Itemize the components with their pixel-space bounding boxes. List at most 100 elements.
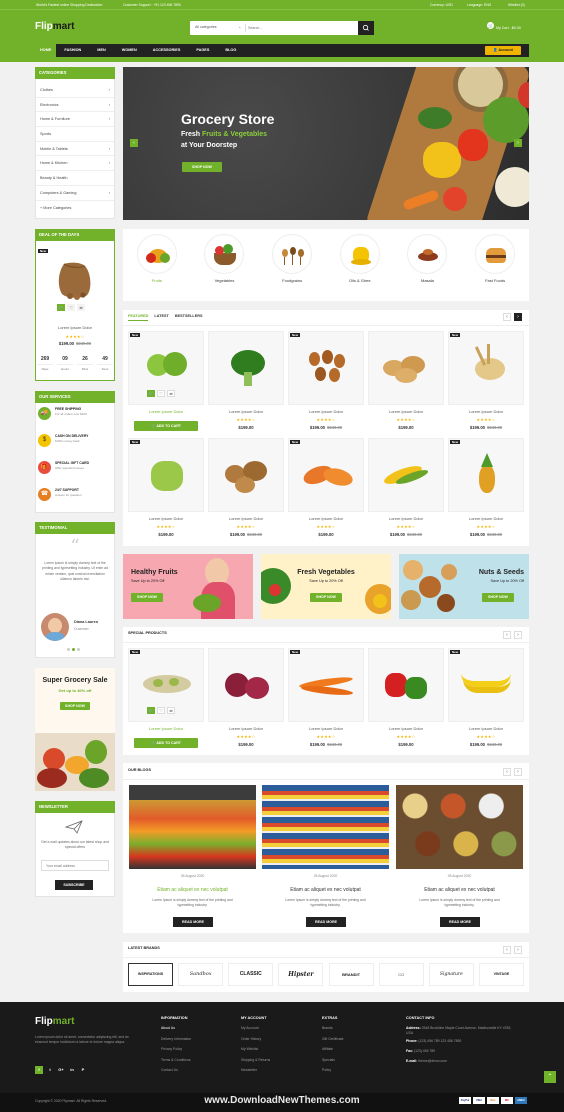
category-item[interactable]: Clothes ›	[36, 83, 114, 98]
cart-summary[interactable]: My Cart - $0.00	[496, 26, 521, 30]
compare-icon[interactable]: ⇄	[77, 304, 85, 311]
sale-banner[interactable]	[35, 668, 115, 791]
category-item-more[interactable]: + More Categories	[36, 201, 114, 216]
compare-icon[interactable]: ⇄	[167, 390, 175, 397]
deal-product-image[interactable]	[52, 258, 98, 300]
footer-link[interactable]: Affiliate	[322, 1047, 343, 1058]
category-item[interactable]: Sports	[36, 127, 114, 142]
footer-link[interactable]: Terms & Conditions	[161, 1058, 191, 1069]
sale-shop-now-button[interactable]: SHOP NOW	[60, 702, 90, 710]
nav-item-blog[interactable]: BLOG	[217, 44, 244, 57]
category-item[interactable]: Computers & Gaming ›	[36, 186, 114, 201]
category-fast-foods[interactable]: Fast Foods	[465, 234, 525, 283]
blog-title[interactable]: Etiam ac aliquet ex nec volutpat	[129, 887, 256, 893]
carousel-dots[interactable]	[67, 648, 80, 651]
category-select[interactable]: All categories	[195, 25, 217, 29]
nav-item-women[interactable]: WOMEN	[114, 44, 145, 57]
footer-link[interactable]: Shipping & Returns	[241, 1058, 270, 1069]
add-to-cart-icon[interactable]: 🛒	[57, 304, 65, 311]
product-card[interactable]: Lorem Ipsum Dolor ★★★★☆ $199.00	[368, 331, 444, 433]
footer-link[interactable]: Contact Us	[161, 1068, 191, 1079]
product-card[interactable]: New Lorem Ipsum Dolor ★★★★☆ $199.00 $249.…	[448, 438, 524, 542]
wishlist-icon[interactable]: ♡	[157, 707, 165, 714]
blogs-prev-button[interactable]: ‹	[503, 768, 511, 776]
footer-link[interactable]: Specials	[322, 1058, 343, 1069]
product-card[interactable]: New Lorem Ipsum Dolor ★★★★☆ $199.00 $249.…	[288, 331, 364, 433]
product-card[interactable]: New 🛒 ♡ ⇄ Lorem Ipsum Dolor 🛒 ADD TO CAR…	[128, 648, 204, 752]
product-card[interactable]: Lorem Ipsum Dolor ★★★★☆ $199.00	[208, 648, 284, 752]
product-card[interactable]: New Lorem Ipsum Dolor ★★★★☆ $199.00	[288, 438, 364, 542]
product-card[interactable]: New Lorem Ipsum Dolor ★★★★☆ $199.00 $249.…	[288, 648, 364, 752]
product-name[interactable]: Lorem Ipsum Dolor	[448, 409, 524, 414]
product-card[interactable]: Lorem Ipsum Dolor ★★★★☆ $199.00 $249.00	[208, 438, 284, 542]
brands-prev-button[interactable]: ‹	[503, 946, 511, 954]
product-name[interactable]: Lorem Ipsum Dolor	[208, 516, 284, 521]
product-image-walnuts[interactable]	[208, 438, 284, 512]
nav-item-home[interactable]: HOME	[35, 44, 57, 57]
footer-link[interactable]: Privacy Policy	[161, 1047, 191, 1058]
wishlist-icon[interactable]: ♡	[157, 390, 165, 397]
product-name[interactable]: Lorem Ipsum Dolor	[448, 516, 524, 521]
nav-item-accessories[interactable]: ACCESSORIES	[145, 44, 189, 57]
wishlist-icon[interactable]: ♡	[67, 304, 75, 311]
footer-link[interactable]: My Wishlist	[241, 1047, 270, 1058]
read-more-button[interactable]: READ MORE	[306, 917, 346, 927]
product-card[interactable]: Lorem Ipsum Dolor ★★★★☆ $199.00 $249.00	[368, 438, 444, 542]
back-to-top-button[interactable]: ⌃	[544, 1071, 556, 1083]
product-name[interactable]: Lorem Ipsum Dolor	[288, 726, 364, 731]
brand-logo[interactable]: VINTAGE	[478, 963, 524, 986]
tab-featured[interactable]: FEATURED	[128, 314, 149, 321]
newsletter-email-input[interactable]	[41, 860, 109, 871]
twitter-icon[interactable]: t	[46, 1066, 54, 1074]
promo-shop-now-button[interactable]: SHOP NOW	[482, 593, 514, 602]
blog-image[interactable]	[262, 785, 389, 869]
deal-product-name[interactable]: Lorem Ipsum Dolor	[35, 325, 115, 330]
product-image-carrots[interactable]	[288, 648, 364, 722]
blog-image[interactable]	[396, 785, 523, 869]
product-name[interactable]: Lorem Ipsum Dolor	[368, 726, 444, 731]
nav-item-men[interactable]: MEN	[89, 44, 113, 57]
product-image-bananas[interactable]	[448, 648, 524, 722]
featured-next-button[interactable]: ›	[514, 313, 522, 321]
google-plus-icon[interactable]: G+	[57, 1066, 65, 1074]
product-card[interactable]: New Lorem Ipsum Dolor ★★★★☆ $199.00 $249.…	[448, 648, 524, 752]
category-item[interactable]: Home & Kitchen ›	[36, 156, 114, 172]
product-image-peppers[interactable]	[368, 648, 444, 722]
promo-banner-vegetables[interactable]	[261, 554, 391, 619]
read-more-button[interactable]: READ MORE	[173, 917, 213, 927]
product-image-onions[interactable]	[208, 648, 284, 722]
blogs-next-button[interactable]: ›	[514, 768, 522, 776]
category-item[interactable]: Home & Furniture ›	[36, 112, 114, 128]
tab-bestsellers[interactable]: BESTSELLERS	[175, 314, 203, 321]
add-to-cart-icon[interactable]: 🛒	[147, 707, 155, 714]
add-to-cart-icon[interactable]: 🛒	[147, 390, 155, 397]
category-item[interactable]: Mobile & Tablets ›	[36, 142, 114, 157]
footer-link[interactable]: Policy	[322, 1068, 343, 1079]
compare-icon[interactable]: ⇄	[167, 707, 175, 714]
add-to-cart-button[interactable]: 🛒 ADD TO CART	[134, 738, 198, 748]
brand-logo[interactable]: BRANDIT	[328, 963, 374, 986]
promo-shop-now-button[interactable]: SHOP NOW	[310, 593, 342, 602]
search-button[interactable]	[358, 21, 374, 35]
product-name[interactable]: Lorem Ipsum Dolor	[288, 516, 364, 521]
product-image-almonds[interactable]	[288, 331, 364, 405]
brand-logo[interactable]: Hipster	[278, 963, 324, 986]
special-next-button[interactable]: ›	[514, 631, 522, 639]
footer-link[interactable]: Delivery Information	[161, 1037, 191, 1048]
account-button[interactable]: 👤 Account	[485, 46, 521, 55]
product-name[interactable]: Lorem Ipsum Dolor	[448, 726, 524, 731]
footer-logo[interactable]: Flipmart	[35, 1016, 74, 1027]
pinterest-icon[interactable]: P	[79, 1066, 87, 1074]
footer-link[interactable]: Newsletter	[241, 1068, 270, 1079]
add-to-cart-button[interactable]: 🛒 ADD TO CART	[134, 421, 198, 431]
category-oils[interactable]: Oils & Ghee	[330, 234, 390, 283]
logo[interactable]: Flipmart	[35, 21, 74, 32]
category-vegetables[interactable]: Vegetables	[194, 234, 254, 283]
category-item[interactable]: Electronics ›	[36, 98, 114, 113]
category-fruits[interactable]: Fruits	[127, 234, 187, 283]
product-card[interactable]: New 🛒 ♡ ⇄ Lorem Ipsum Dolor 🛒 ADD TO CAR…	[128, 331, 204, 433]
search-input[interactable]	[248, 23, 348, 33]
product-name[interactable]: Lorem Ipsum Dolor	[368, 409, 444, 414]
featured-prev-button[interactable]: ‹	[503, 313, 511, 321]
product-card[interactable]: New Lorem Ipsum Dolor ★★★★☆ $199.00	[128, 438, 204, 542]
